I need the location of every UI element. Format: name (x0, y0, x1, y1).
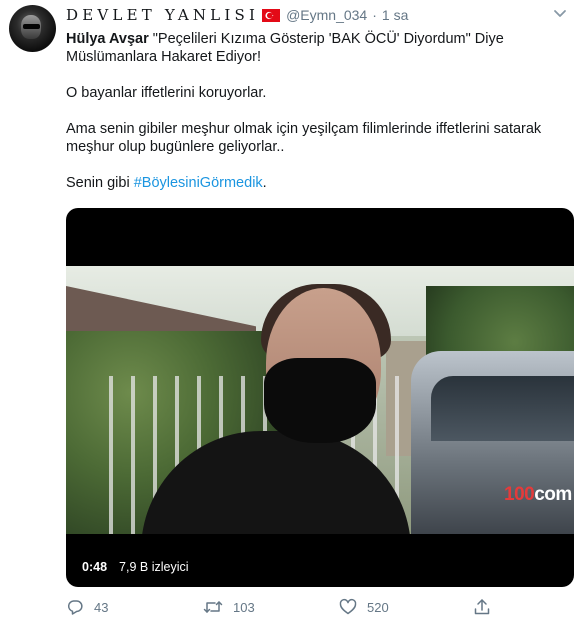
paragraph-4-end: . (262, 175, 267, 191)
reply-button[interactable]: 43 (66, 598, 108, 616)
video-car-window (431, 376, 574, 441)
like-icon (339, 598, 357, 615)
like-count: 520 (367, 599, 389, 615)
timestamp[interactable]: 1 sa (382, 7, 408, 23)
turkey-flag-icon (262, 8, 281, 22)
share-icon (474, 599, 490, 615)
logo-digits: 100 (504, 484, 535, 505)
retweet-icon (203, 601, 223, 613)
headline-name: Hülya Avşar (66, 31, 149, 47)
share-button[interactable] (473, 598, 491, 616)
headline-paragraph: Hülya Avşar "Peçelileri Kızıma Gösterip … (66, 30, 566, 66)
tweet-text: Hülya Avşar "Peçelileri Kızıma Gösterip … (66, 30, 566, 192)
chevron-down-icon[interactable] (553, 6, 567, 20)
hashtag-link[interactable]: #BöylesiniGörmedik (134, 175, 263, 191)
reply-icon (67, 600, 83, 615)
channel-logo: 100com (504, 484, 572, 506)
video-meta: 0:48 7,9 B izleyici (82, 560, 189, 574)
video-duration: 0:48 (82, 560, 108, 574)
like-button[interactable]: 520 (339, 598, 389, 616)
retweet-button[interactable]: 103 (203, 598, 255, 616)
user-handle[interactable]: @Eymn_034 (286, 7, 367, 23)
retweet-count: 103 (233, 599, 255, 615)
display-name[interactable]: DEVLET YANLISI (66, 6, 259, 24)
tweet[interactable]: DEVLET YANLISI @Eymn_034 · 1 sa Hülya Av… (0, 0, 582, 628)
video-frame: 100com (66, 266, 574, 534)
separator-dot: · (372, 7, 377, 23)
tweet-actions: 43 103 520 (66, 598, 566, 620)
logo-letters: com (534, 484, 572, 505)
video-face-mask (264, 358, 376, 443)
avatar[interactable] (9, 5, 56, 52)
tweet-header: DEVLET YANLISI @Eymn_034 · 1 sa (66, 5, 408, 25)
paragraph-4-text: Senin gibi (66, 175, 134, 191)
avatar-sunglasses (23, 24, 40, 29)
paragraph-2: O bayanlar iffetlerini koruyorlar. (66, 85, 267, 101)
reply-count: 43 (94, 599, 109, 615)
paragraph-3: Ama senin gibiler meşhur olmak için yeşi… (66, 121, 542, 155)
video-player[interactable]: 100com 0:48 7,9 B izleyici (66, 208, 574, 587)
video-views: 7,9 B izleyici (119, 560, 189, 574)
paragraph-4: Senin gibi #BöylesiniGörmedik. (66, 174, 566, 192)
